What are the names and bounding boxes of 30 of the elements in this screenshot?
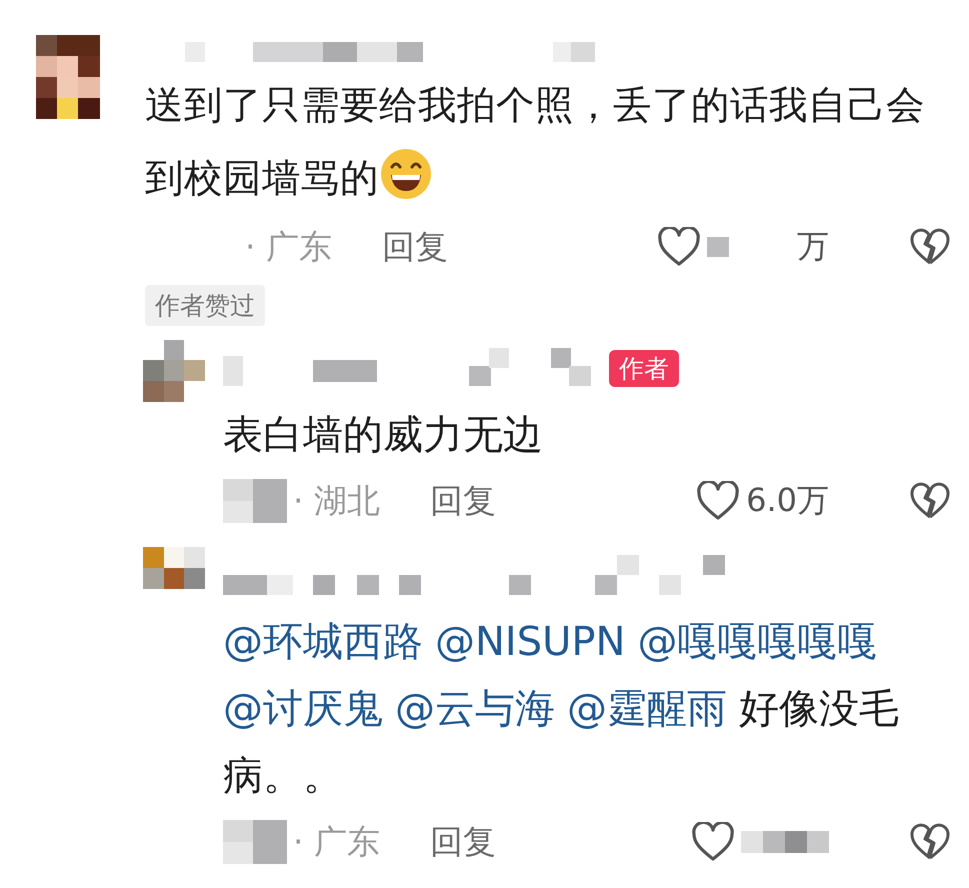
- pixelated-count-drawing: [707, 237, 729, 257]
- mention-link[interactable]: @NISUPN: [435, 619, 626, 665]
- mention-link[interactable]: @云与海: [395, 686, 555, 732]
- mention-link[interactable]: @讨厌鬼: [223, 686, 383, 732]
- comment-text: @环城西路 @NISUPN @嘎嘎嘎嘎嘎 @讨厌鬼 @云与海 @霆醒雨 好像没毛病。。: [223, 618, 900, 801]
- mention-link[interactable]: @环城西路: [223, 619, 423, 665]
- author-badge: 作者: [609, 350, 679, 386]
- heart-icon[interactable]: [657, 227, 701, 267]
- mention-link[interactable]: @嘎嘎嘎嘎嘎: [637, 619, 878, 665]
- broken-heart-icon[interactable]: [909, 228, 951, 266]
- like-count: 万: [797, 226, 829, 267]
- reply-button[interactable]: 回复: [382, 224, 448, 270]
- heart-icon[interactable]: [691, 822, 735, 862]
- broken-heart-icon[interactable]: [909, 482, 951, 520]
- location-text: · 广东: [293, 820, 380, 862]
- location-text: · 广东: [245, 226, 332, 268]
- author-liked-tag: 作者赞过: [145, 285, 265, 326]
- like-count: 6.0万: [746, 480, 829, 521]
- pixelated-name-drawing: [223, 479, 287, 523]
- reply-button[interactable]: 回复: [430, 478, 496, 524]
- pixelated-avatar-drawing: [143, 340, 205, 402]
- broken-heart-icon[interactable]: [909, 823, 951, 861]
- location-text: · 湖北: [293, 480, 380, 522]
- comment-text: 送到了只需要给我拍个照，丢了的话我自己会到校园墙骂的: [145, 82, 926, 203]
- comment-text: 表白墙的威力无边: [223, 411, 544, 460]
- heart-icon[interactable]: [696, 481, 740, 521]
- reply-button[interactable]: 回复: [430, 820, 496, 864]
- mention-link[interactable]: @霆醒雨: [567, 686, 727, 732]
- pixelated-name-drawing: [223, 820, 287, 864]
- grinning-emoji-icon: [379, 147, 433, 201]
